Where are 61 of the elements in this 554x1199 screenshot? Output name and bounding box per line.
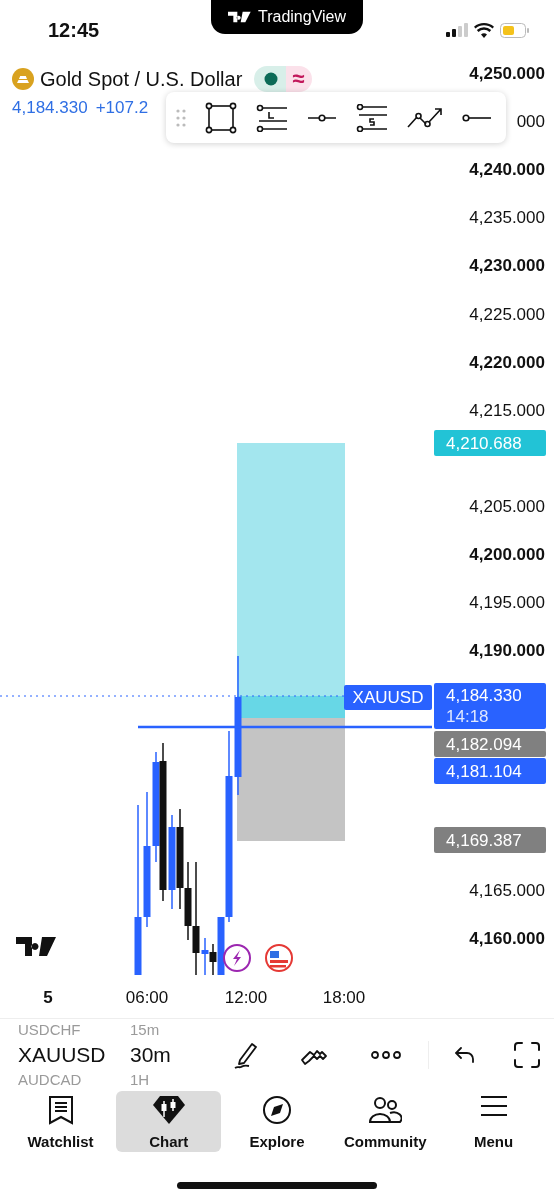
last-price: 4,184.330 (12, 98, 88, 118)
price-axis-label: 4,195.000 (469, 593, 545, 613)
price-tag: 4,182.094 (434, 731, 546, 757)
delayed-data-mark: ≈ (286, 66, 313, 92)
price-axis-label: 4,200.000 (469, 545, 545, 565)
fullscreen-icon[interactable] (513, 1041, 541, 1069)
price-axis-label: 4,240.000 (469, 160, 545, 180)
nav-tab[interactable]: Watchlist (8, 1091, 113, 1152)
horizontal-line-icon[interactable] (307, 112, 337, 123)
people-icon (368, 1095, 403, 1125)
coin-icon (12, 68, 34, 90)
nav-tab[interactable]: Menu (441, 1091, 546, 1152)
market-open-icon (264, 72, 279, 86)
compass-icon (262, 1095, 292, 1125)
price-tag: 4,210.688 (434, 430, 546, 456)
drag-handle-icon[interactable] (176, 107, 186, 128)
price-change: +107.2 (95, 98, 149, 118)
price-axis-label: 4,250.000 (469, 64, 545, 84)
symbol-picker-row[interactable]: XAUUSD 30m (18, 1040, 171, 1070)
price-axis-label: 4,215.000 (469, 401, 545, 421)
price-axis-label: 4,220.000 (469, 353, 545, 373)
horizontal-line[interactable] (138, 725, 432, 729)
battery-icon (500, 22, 530, 38)
nav-tab[interactable]: Community (332, 1091, 438, 1152)
flag-icon[interactable] (265, 944, 293, 972)
price-axis-label: 4,235.000 (469, 208, 545, 228)
menu-icon (479, 1095, 508, 1117)
bookmark-list-icon (47, 1095, 74, 1125)
price-tag: 4,169.387 (434, 827, 546, 853)
status-time: 12:45 (48, 18, 100, 42)
price-axis-label: 4,230.000 (469, 256, 545, 276)
ray-icon[interactable] (462, 112, 492, 123)
price-axis-label: 4,165.000 (469, 881, 545, 901)
price-axis-label: 000 (516, 112, 545, 132)
banner-title: TradingView (257, 8, 346, 26)
wifi-icon (474, 22, 494, 38)
price-tag: 4,184.330 14:18 (434, 683, 546, 729)
time-axis-label: 12:00 (224, 988, 268, 1008)
symbol-tag: XAUUSD (344, 685, 432, 710)
time-axis-label: 18:00 (322, 988, 366, 1008)
time-axis-label: 06:00 (125, 988, 169, 1008)
logo-icon (227, 10, 252, 24)
signal-icon (446, 23, 468, 37)
time-axis-label: 5 (43, 988, 53, 1008)
price-axis-label: 4,225.000 (469, 305, 545, 325)
price-axis-label: 4,190.000 (469, 641, 545, 661)
path-arrow-icon[interactable] (407, 105, 443, 130)
nav-tab[interactable]: Explore (224, 1091, 330, 1152)
logo-icon (16, 937, 56, 956)
long-position-icon[interactable] (256, 103, 288, 132)
symbol-title[interactable]: Gold Spot / U.S. Dollar (40, 67, 243, 91)
price-axis-label: 4,160.000 (469, 929, 545, 949)
short-position-icon[interactable] (356, 103, 388, 132)
candles-icon (151, 1095, 186, 1125)
price-tag: 4,181.104 (434, 758, 546, 784)
lightning-icon[interactable] (223, 944, 251, 972)
undo-icon[interactable] (455, 1046, 475, 1064)
rectangle-icon[interactable] (205, 101, 237, 134)
nav-tab[interactable]: Chart (116, 1091, 222, 1152)
price-axis-label: 4,205.000 (469, 497, 545, 517)
more-icon[interactable] (370, 1050, 402, 1060)
